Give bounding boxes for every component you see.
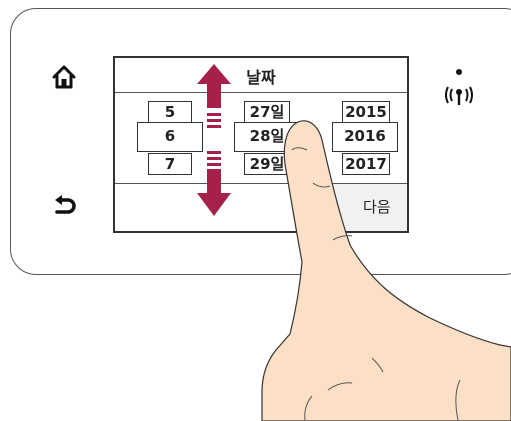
home-icon[interactable] xyxy=(51,64,77,90)
month-option-next[interactable]: 7 xyxy=(148,153,192,175)
wireless-icon xyxy=(445,69,473,105)
screen-title: 날짜 xyxy=(246,68,276,87)
month-option-prev[interactable]: 5 xyxy=(148,101,192,123)
title-divider xyxy=(115,92,407,93)
month-selected[interactable]: 6 xyxy=(137,122,203,152)
next-button-label: 다음 xyxy=(363,198,391,216)
day-selected[interactable]: 28일 xyxy=(234,122,300,152)
next-button[interactable]: 다음 xyxy=(333,184,407,231)
back-icon[interactable] xyxy=(52,192,78,216)
date-setting-screen: 날짜 5 7 6 27일 29일 28일 2015 2017 2016 다음 xyxy=(113,56,409,233)
day-option-next[interactable]: 29일 xyxy=(244,153,290,175)
year-option-next[interactable]: 2017 xyxy=(342,153,390,175)
day-option-prev[interactable]: 27일 xyxy=(244,101,290,123)
year-option-prev[interactable]: 2015 xyxy=(342,101,390,123)
year-selected[interactable]: 2016 xyxy=(332,122,398,152)
